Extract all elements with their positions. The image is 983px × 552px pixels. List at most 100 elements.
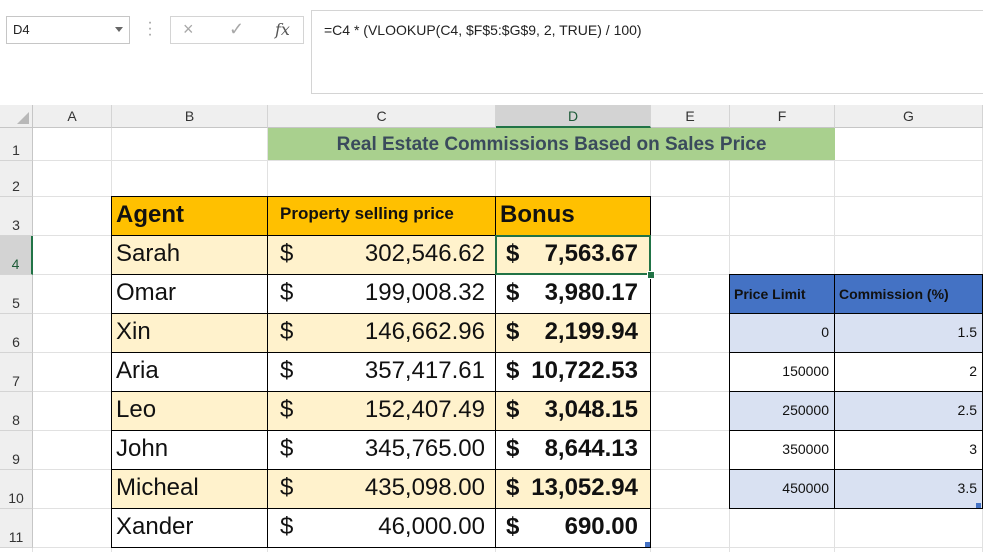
price-limit-value: 150000 [782,363,829,379]
commission-cell[interactable]: 3.5 [834,469,983,509]
fill-handle[interactable] [647,271,655,279]
price-limit-cell[interactable]: 250000 [729,391,835,431]
active-cell-selection [495,235,651,275]
price-value: 357,417.61 [364,357,485,384]
row-header-4[interactable]: 4 [0,236,33,275]
row-number: 2 [12,178,20,194]
bonus-cell[interactable]: $2,199.94 [495,313,651,353]
cancel-icon[interactable]: × [183,19,194,40]
price-cell[interactable]: $152,407.49 [267,391,496,431]
table-resize-handle[interactable] [645,542,650,547]
row-number: 7 [12,373,20,389]
chevron-down-icon[interactable] [115,27,123,32]
name-box[interactable]: D4 [6,16,130,44]
header-agent: Agent [111,196,268,236]
currency-symbol: $ [506,318,520,345]
bonus-value: 10,722.53 [531,357,638,384]
column-header-c[interactable]: C [268,105,496,128]
row-number: 3 [12,217,20,233]
price-value: 302,546.62 [364,240,485,267]
table-resize-handle[interactable] [976,503,981,508]
bonus-cell[interactable]: $3,048.15 [495,391,651,431]
price-cell[interactable]: $146,662.96 [267,313,496,353]
select-all-triangle-icon [17,112,29,124]
column-header-e[interactable]: E [651,105,730,128]
column-header-f[interactable]: F [730,105,835,128]
column-header-d[interactable]: D [496,105,651,128]
row-header-5[interactable]: 5 [0,275,33,314]
price-cell[interactable]: $357,417.61 [267,352,496,392]
commission-cell[interactable]: 3 [834,430,983,470]
agent-name-cell[interactable]: Xander [111,508,268,548]
currency-symbol: $ [506,396,520,423]
price-limit-value: 450000 [782,480,829,496]
price-cell[interactable]: $302,546.62 [267,235,496,275]
agent-name: Omar [116,279,176,306]
row-header-11[interactable]: 11 [0,509,33,548]
commission-value: 3.5 [957,480,977,496]
agent-name-cell[interactable]: Sarah [111,235,268,275]
commission-value: 3 [969,441,977,457]
price-limit-cell[interactable]: 450000 [729,469,835,509]
enter-icon[interactable]: ✓ [229,19,244,40]
agent-name: Leo [116,396,157,423]
row-number: 5 [12,295,20,311]
currency-symbol: $ [506,474,520,501]
bonus-value: 2,199.94 [544,318,638,345]
spreadsheet-grid[interactable]: A B C D E F G 1 2 3 4 5 6 7 8 9 10 11 Real Estate Commissi… [0,105,983,552]
bonus-cell[interactable]: $10,722.53 [495,352,651,392]
row-header-7[interactable]: 7 [0,353,33,392]
price-cell[interactable]: $199,008.32 [267,274,496,314]
column-header-g[interactable]: G [835,105,983,128]
price-limit-cell[interactable]: 0 [729,313,835,353]
price-limit-cell[interactable]: 350000 [729,430,835,470]
commission-value: 1.5 [957,324,977,340]
formula-input[interactable]: =C4 * (VLOOKUP(C4, $F$5:$G$9, 2, TRUE) /… [311,10,983,94]
bonus-cell[interactable]: $8,644.13 [495,430,651,470]
bonus-cell[interactable]: $690.00 [495,508,651,548]
agent-name-cell[interactable]: Micheal [111,469,268,509]
row-header-6[interactable]: 6 [0,314,33,353]
price-limit-value: 350000 [782,441,829,457]
row-header-2[interactable]: 2 [0,161,33,197]
agent-name-cell[interactable]: John [111,430,268,470]
price-value: 146,662.96 [364,318,485,345]
insert-function-icon[interactable]: fx [275,20,290,39]
name-box-value: D4 [13,22,30,37]
row-header-9[interactable]: 9 [0,431,33,470]
column-header-b[interactable]: B [112,105,268,128]
price-value: 345,765.00 [364,435,485,462]
bonus-value: 8,644.13 [544,435,638,462]
currency-symbol: $ [280,396,294,423]
agent-name: Xin [116,318,151,345]
agent-name-cell[interactable]: Xin [111,313,268,353]
row-header-3[interactable]: 3 [0,197,33,236]
bonus-value: 13,052.94 [531,474,638,501]
agent-name-cell[interactable]: Omar [111,274,268,314]
commission-cell[interactable]: 1.5 [834,313,983,353]
currency-symbol: $ [506,357,520,384]
price-cell[interactable]: $345,765.00 [267,430,496,470]
agent-name-cell[interactable]: Leo [111,391,268,431]
row-header-1[interactable]: 1 [0,128,33,161]
commission-value: 2 [969,363,977,379]
price-limit-cell[interactable]: 150000 [729,352,835,392]
price-limit-value: 0 [821,324,829,340]
commission-cell[interactable]: 2.5 [834,391,983,431]
select-all-button[interactable] [0,105,33,128]
bonus-cell[interactable]: $13,052.94 [495,469,651,509]
column-header-a[interactable]: A [33,105,112,128]
header-price-limit: Price Limit [729,274,835,314]
price-value: 199,008.32 [364,279,485,306]
currency-symbol: $ [280,357,294,384]
agent-name-cell[interactable]: Aria [111,352,268,392]
price-cell[interactable]: $46,000.00 [267,508,496,548]
row-header-10[interactable]: 10 [0,470,33,509]
price-cell[interactable]: $435,098.00 [267,469,496,509]
row-header-8[interactable]: 8 [0,392,33,431]
more-options-icon[interactable]: · · · [147,15,153,43]
row-number: 1 [12,142,20,158]
commission-cell[interactable]: 2 [834,352,983,392]
bonus-cell[interactable]: $3,980.17 [495,274,651,314]
currency-symbol: $ [280,513,294,540]
